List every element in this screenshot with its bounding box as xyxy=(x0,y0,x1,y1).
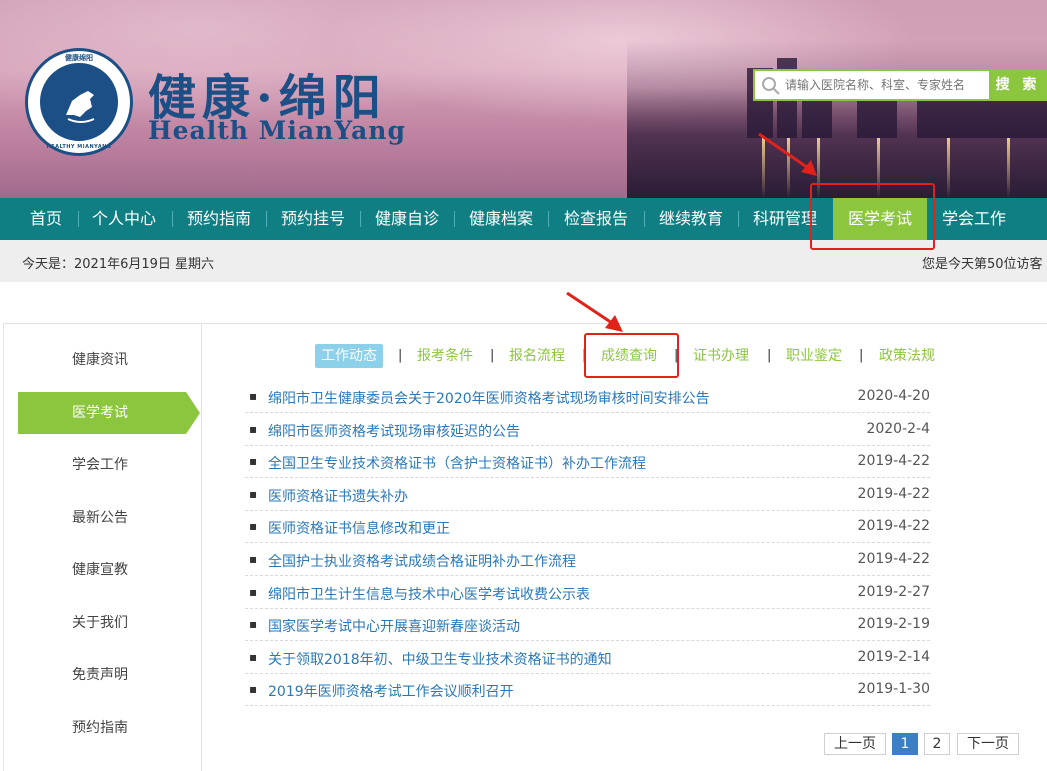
bullet: ▪ xyxy=(249,519,258,533)
tab-separator: | xyxy=(859,348,864,363)
nav-item-reports[interactable]: 检查报告 xyxy=(554,198,638,240)
bullet: ▪ xyxy=(249,454,258,468)
nav-item-continuing-education[interactable]: 继续教育 xyxy=(650,198,732,240)
site-logo[interactable]: 健康绵阳 HEALTHY MIANYANG xyxy=(25,48,133,156)
tab-policies-regulations[interactable]: 政策法规 xyxy=(879,344,935,368)
search-input[interactable] xyxy=(785,73,990,97)
sidebar-item-latest-notices[interactable]: 最新公告 xyxy=(18,497,186,539)
news-date: 2020-2-4 xyxy=(866,421,930,437)
page-button[interactable]: 2 xyxy=(924,733,950,755)
list-item: ▪ 绵阳市卫生健康委员会关于2020年医师资格考试现场审核时间安排公告 2020… xyxy=(245,381,930,413)
nav-item-booking-guide[interactable]: 预约指南 xyxy=(178,198,260,240)
list-item: ▪ 全国护士执业资格考试成绩合格证明补办工作流程 2019-4-22 xyxy=(245,544,930,576)
logo-bottom-text: HEALTHY MIANYANG xyxy=(46,144,112,150)
list-item: ▪ 2019年医师资格考试工作会议顺利召开 2019-1-30 xyxy=(245,674,930,706)
news-date: 2019-4-22 xyxy=(857,551,930,567)
news-date: 2019-2-27 xyxy=(857,584,930,600)
nav-item-self-diagnosis[interactable]: 健康自诊 xyxy=(366,198,448,240)
next-page-button[interactable]: 下一页 xyxy=(957,733,1019,755)
tab-vocational-appraisal[interactable]: 职业鉴定 xyxy=(786,344,842,368)
news-title-link[interactable]: 医师资格证书遗失补办 xyxy=(268,486,408,506)
annotation-box-medical-exam xyxy=(810,183,935,250)
page-button-current[interactable]: 1 xyxy=(892,733,918,755)
news-date: 2019-4-22 xyxy=(857,486,930,502)
nav-item-society-work[interactable]: 学会工作 xyxy=(930,198,1018,240)
news-title-link[interactable]: 关于领取2018年初、中级卫生专业技术资格证书的通知 xyxy=(268,649,612,669)
site-title-en: Health MianYang xyxy=(148,116,406,145)
sidebar-item-booking-guide[interactable]: 预约指南 xyxy=(18,707,186,749)
sidebar-item-disclaimer[interactable]: 免责声明 xyxy=(18,654,186,696)
tab-registration-process[interactable]: 报名流程 xyxy=(509,344,565,368)
nav-item-personal-center[interactable]: 个人中心 xyxy=(84,198,164,240)
search-button[interactable]: 搜 索 xyxy=(989,69,1047,101)
search-bar: 搜 索 xyxy=(753,69,1047,101)
news-title-link[interactable]: 医师资格证书信息修改和更正 xyxy=(268,518,450,538)
bullet: ▪ xyxy=(249,552,258,566)
tab-separator: | xyxy=(490,348,495,363)
sidebar-item-health-education[interactable]: 健康宣教 xyxy=(18,549,186,591)
sidebar-item-society-work[interactable]: 学会工作 xyxy=(18,444,186,486)
today-date: 今天是：2021年6月19日 星期六 xyxy=(22,257,215,272)
bullet: ▪ xyxy=(249,422,258,436)
news-date: 2019-2-14 xyxy=(857,649,930,665)
list-item: ▪ 医师资格证书信息修改和更正 2019-4-22 xyxy=(245,511,930,543)
news-title-link[interactable]: 2019年医师资格考试工作会议顺利召开 xyxy=(268,681,514,701)
news-title-link[interactable]: 绵阳市医师资格考试现场审核延迟的公告 xyxy=(268,421,520,441)
prev-page-button[interactable]: 上一页 xyxy=(824,733,886,755)
news-date: 2019-2-19 xyxy=(857,616,930,632)
sidebar-item-about-us[interactable]: 关于我们 xyxy=(18,602,186,644)
tab-separator: | xyxy=(767,348,772,363)
logo-emblem xyxy=(38,61,120,143)
bullet: ▪ xyxy=(249,682,258,696)
news-date: 2020-4-20 xyxy=(857,388,930,404)
bullet: ▪ xyxy=(249,650,258,664)
sidebar: 健康资讯 医学考试 学会工作 最新公告 健康宣教 关于我们 免责声明 预约指南 xyxy=(3,324,202,771)
sidebar-item-health-news[interactable]: 健康资讯 xyxy=(18,339,186,381)
horse-icon xyxy=(66,91,95,123)
tab-separator: | xyxy=(398,348,403,363)
nav-item-health-records[interactable]: 健康档案 xyxy=(460,198,542,240)
bullet: ▪ xyxy=(249,617,258,631)
news-title-link[interactable]: 全国护士执业资格考试成绩合格证明补办工作流程 xyxy=(268,551,576,571)
list-item: ▪ 绵阳市卫生计生信息与技术中心医学考试收费公示表 2019-2-27 xyxy=(245,577,930,609)
banner-city-skyline xyxy=(627,40,1047,198)
header-banner: 健康绵阳 HEALTHY MIANYANG 健康·绵阳 Health MianY… xyxy=(0,0,1047,198)
annotation-box-score-query xyxy=(584,333,679,378)
tab-certificate-handling[interactable]: 证书办理 xyxy=(693,344,749,368)
annotation-arrow-icon xyxy=(566,291,623,332)
bullet: ▪ xyxy=(249,389,258,403)
news-title-link[interactable]: 全国卫生专业技术资格证书（含护士资格证书）补办工作流程 xyxy=(268,453,646,473)
list-item: ▪ 关于领取2018年初、中级卫生专业技术资格证书的通知 2019-2-14 xyxy=(245,642,930,674)
list-item: ▪ 医师资格证书遗失补办 2019-4-22 xyxy=(245,479,930,511)
tab-work-news[interactable]: 工作动态 xyxy=(315,344,383,368)
tab-exam-requirements[interactable]: 报考条件 xyxy=(417,344,473,368)
news-date: 2019-1-30 xyxy=(857,681,930,697)
search-icon xyxy=(762,77,780,95)
news-title-link[interactable]: 国家医学考试中心开展喜迎新春座谈活动 xyxy=(268,616,520,636)
news-date: 2019-4-22 xyxy=(857,518,930,534)
bullet: ▪ xyxy=(249,487,258,501)
list-item: ▪ 绵阳市医师资格考试现场审核延迟的公告 2020-2-4 xyxy=(245,414,930,446)
nav-item-booking[interactable]: 预约挂号 xyxy=(272,198,354,240)
visitor-count: 您是今天第50位访客 xyxy=(922,257,1043,272)
nav-item-home[interactable]: 首页 xyxy=(16,198,76,240)
list-item: ▪ 国家医学考试中心开展喜迎新春座谈活动 2019-2-19 xyxy=(245,609,930,641)
annotation-arrow-icon xyxy=(758,132,817,176)
bullet: ▪ xyxy=(249,585,258,599)
list-item: ▪ 全国卫生专业技术资格证书（含护士资格证书）补办工作流程 2019-4-22 xyxy=(245,446,930,478)
news-date: 2019-4-22 xyxy=(857,453,930,469)
news-title-link[interactable]: 绵阳市卫生健康委员会关于2020年医师资格考试现场审核时间安排公告 xyxy=(268,388,710,408)
sidebar-item-medical-exam[interactable]: 医学考试 xyxy=(18,392,200,434)
news-title-link[interactable]: 绵阳市卫生计生信息与技术中心医学考试收费公示表 xyxy=(268,584,590,604)
